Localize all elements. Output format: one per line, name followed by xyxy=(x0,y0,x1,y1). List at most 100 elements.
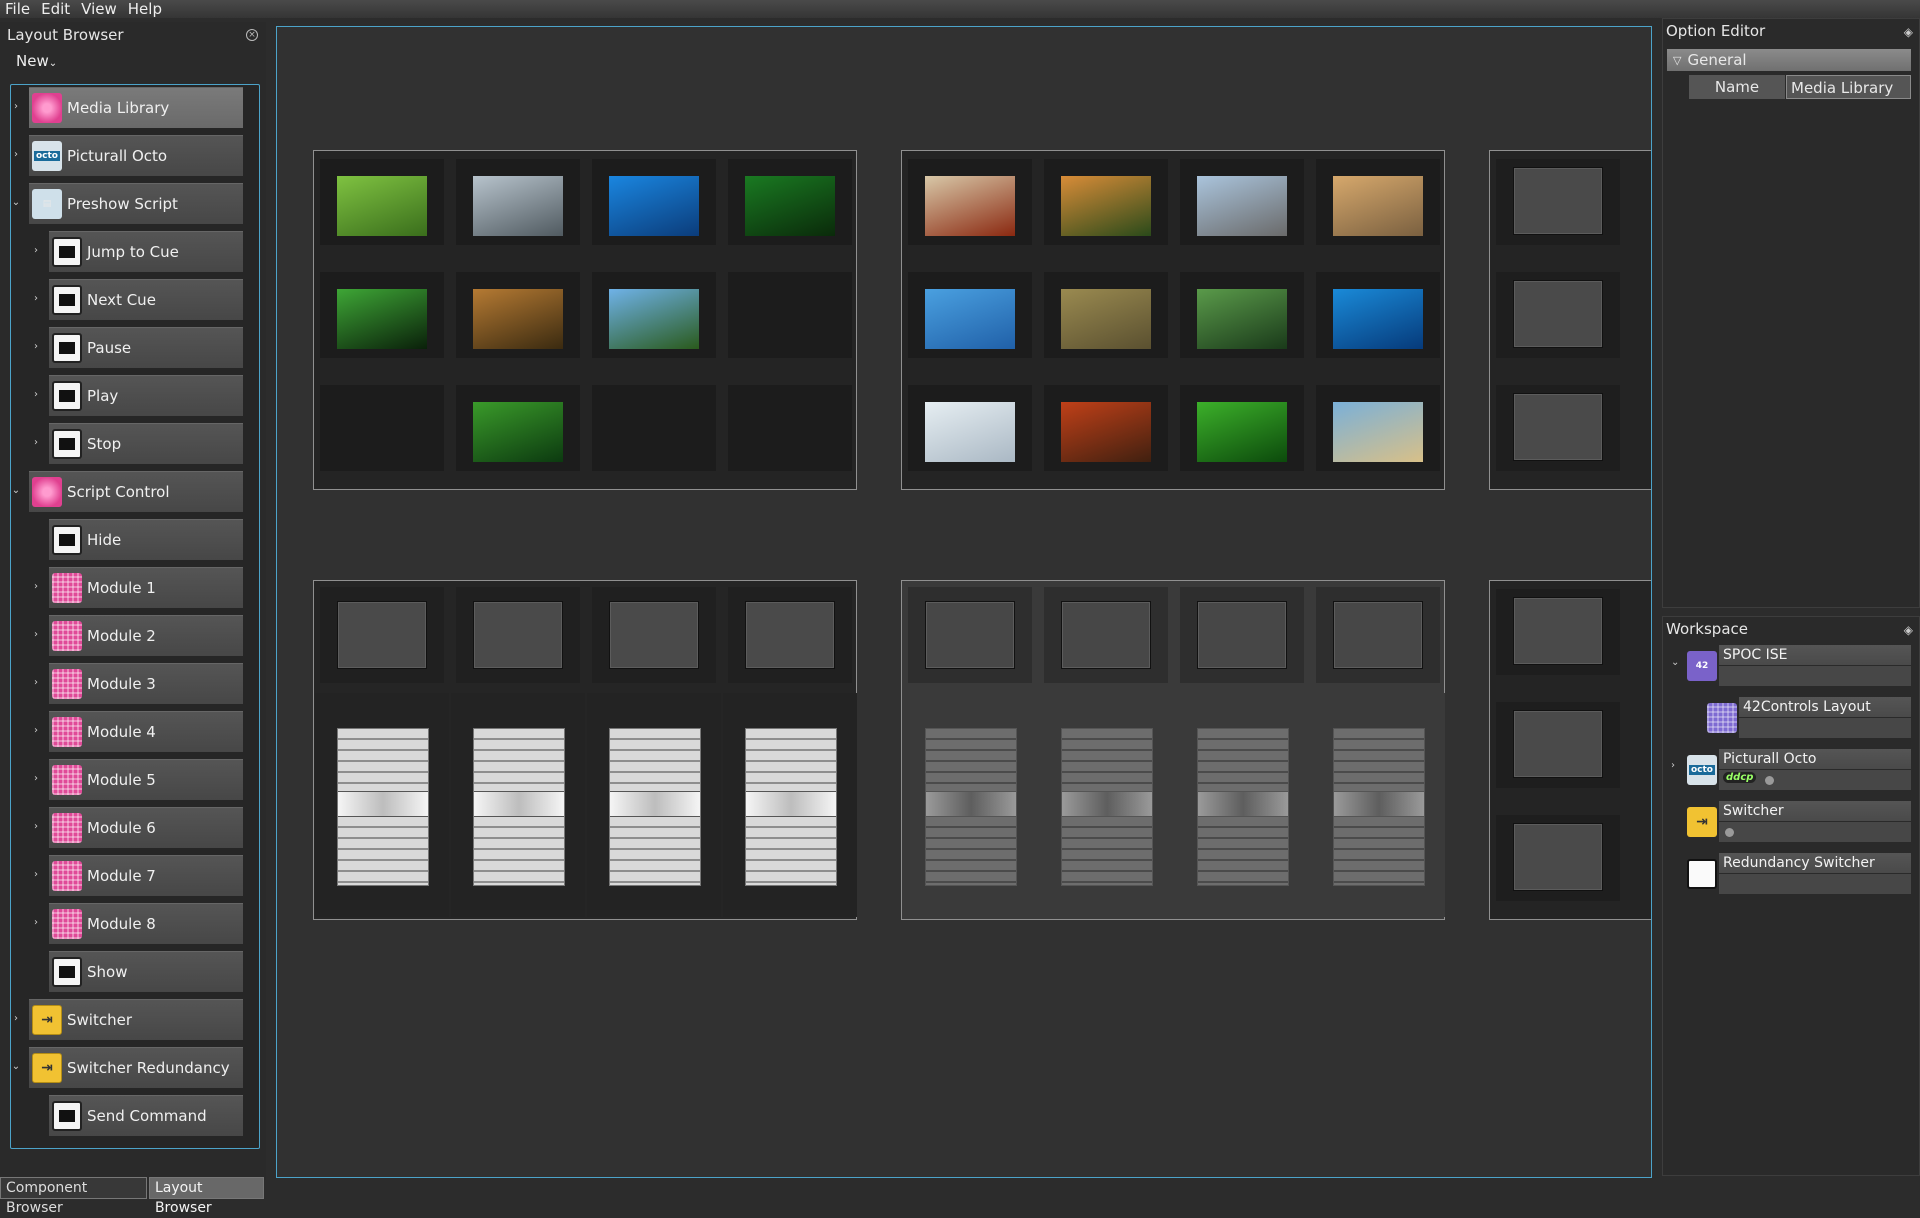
media-slot[interactable] xyxy=(728,159,852,245)
media-slot[interactable] xyxy=(908,159,1032,245)
expand-arrow-icon[interactable]: › xyxy=(31,869,41,880)
fader-knob[interactable] xyxy=(1062,791,1152,817)
button-slot[interactable] xyxy=(592,587,716,683)
menu-edit[interactable]: Edit xyxy=(36,0,76,18)
tree-item[interactable]: Next Cue xyxy=(49,279,243,320)
tree-item[interactable]: Module 8 xyxy=(49,903,243,944)
button-slot[interactable] xyxy=(728,587,852,683)
media-slot[interactable] xyxy=(320,272,444,358)
fader-knob[interactable] xyxy=(610,791,700,817)
menu-file[interactable]: File xyxy=(0,0,36,18)
media-slot[interactable] xyxy=(1180,159,1304,245)
tree-item[interactable]: Module 3 xyxy=(49,663,243,704)
media-slot[interactable] xyxy=(1316,385,1440,471)
expand-arrow-icon[interactable]: › xyxy=(31,677,41,688)
button-slot[interactable] xyxy=(908,587,1032,683)
button-slot[interactable] xyxy=(1044,587,1168,683)
button-slot[interactable] xyxy=(320,587,444,683)
expand-arrow-icon[interactable]: › xyxy=(31,629,41,640)
media-slot[interactable] xyxy=(592,159,716,245)
workspace-item-switcher[interactable]: ⇥ Switcher xyxy=(1685,801,1911,847)
fader-knob[interactable] xyxy=(474,791,564,817)
media-slot[interactable] xyxy=(1180,385,1304,471)
expand-arrow-icon[interactable]: › xyxy=(31,725,41,736)
fader-knob[interactable] xyxy=(1198,791,1288,817)
tree-item[interactable]: Send Command xyxy=(49,1095,243,1136)
media-slot[interactable] xyxy=(908,272,1032,358)
media-slot[interactable] xyxy=(728,385,852,471)
workspace-item-picturall-octo[interactable]: octo Picturall Octo ddcp xyxy=(1685,749,1911,795)
tab-component-browser[interactable]: Component Browser xyxy=(0,1177,147,1216)
expand-arrow-icon[interactable]: ⌄ xyxy=(1671,657,1679,668)
fader-track[interactable] xyxy=(473,728,565,886)
menu-view[interactable]: View xyxy=(76,0,123,18)
tree-item[interactable]: Hide xyxy=(49,519,243,560)
tree-item[interactable]: ▤ Preshow Script xyxy=(29,183,243,224)
tree-item[interactable]: Pause xyxy=(49,327,243,368)
tree-item[interactable]: Stop xyxy=(49,423,243,464)
tree-item[interactable]: Jump to Cue xyxy=(49,231,243,272)
button-slot[interactable] xyxy=(456,587,580,683)
new-button[interactable]: New⌄ xyxy=(16,52,57,70)
workspace-item-redundancy-switcher[interactable]: Redundancy Switcher xyxy=(1685,853,1911,899)
menu-help[interactable]: Help xyxy=(123,0,168,18)
fader-track[interactable] xyxy=(1061,728,1153,886)
expand-arrow-icon[interactable]: › xyxy=(31,341,41,352)
collapse-arrow-icon[interactable]: ⌄ xyxy=(11,485,21,496)
tree-item[interactable]: Media Library xyxy=(29,87,243,128)
pin-icon[interactable]: ◈ xyxy=(1904,618,1913,642)
fader-knob[interactable] xyxy=(338,791,428,817)
media-slot[interactable] xyxy=(456,159,580,245)
media-slot[interactable] xyxy=(1316,159,1440,245)
media-slot[interactable] xyxy=(1316,272,1440,358)
tree-item[interactable]: Module 5 xyxy=(49,759,243,800)
tree-item[interactable]: Play xyxy=(49,375,243,416)
expand-arrow-icon[interactable]: › xyxy=(11,149,21,160)
button-slot[interactable] xyxy=(1180,587,1304,683)
media-slot[interactable] xyxy=(1044,159,1168,245)
fader-track[interactable] xyxy=(745,728,837,886)
tree-item[interactable]: Module 1 xyxy=(49,567,243,608)
section-general[interactable]: ▽ General xyxy=(1667,49,1911,71)
fader-track[interactable] xyxy=(1333,728,1425,886)
collapse-arrow-icon[interactable]: ⌄ xyxy=(11,1061,21,1072)
tree-item[interactable]: Show xyxy=(49,951,243,992)
expand-arrow-icon[interactable]: › xyxy=(31,917,41,928)
expand-arrow-icon[interactable]: › xyxy=(31,389,41,400)
pin-icon[interactable]: ◈ xyxy=(1904,20,1913,44)
expand-arrow-icon[interactable]: › xyxy=(11,101,21,112)
media-slot[interactable] xyxy=(320,159,444,245)
close-panel-icon[interactable]: × xyxy=(246,29,258,41)
layout-canvas[interactable] xyxy=(276,26,1652,1178)
media-slot[interactable] xyxy=(728,272,852,358)
button-slot[interactable] xyxy=(1496,272,1620,358)
media-slot[interactable] xyxy=(456,385,580,471)
expand-arrow-icon[interactable]: › xyxy=(31,821,41,832)
property-value-name[interactable]: Media Library xyxy=(1786,75,1911,99)
button-slot[interactable] xyxy=(1496,589,1620,675)
tab-layout-browser[interactable]: Layout Browser xyxy=(148,1177,264,1216)
tree-item[interactable]: ⇥ Switcher Redundancy xyxy=(29,1047,243,1088)
fader-knob[interactable] xyxy=(1334,791,1424,817)
media-slot[interactable] xyxy=(1044,385,1168,471)
expand-arrow-icon[interactable]: › xyxy=(1671,760,1675,771)
tree-item[interactable]: octo Picturall Octo xyxy=(29,135,243,176)
button-slot[interactable] xyxy=(1496,815,1620,901)
expand-arrow-icon[interactable]: › xyxy=(31,293,41,304)
expand-arrow-icon[interactable]: › xyxy=(31,773,41,784)
fader-knob[interactable] xyxy=(746,791,836,817)
button-slot[interactable] xyxy=(1496,702,1620,788)
workspace-item-spoc[interactable]: 42 SPOC ISE xyxy=(1685,645,1911,691)
fader-track[interactable] xyxy=(609,728,701,886)
media-slot[interactable] xyxy=(1180,272,1304,358)
media-slot[interactable] xyxy=(592,272,716,358)
expand-arrow-icon[interactable]: › xyxy=(31,437,41,448)
tree-item[interactable]: Module 2 xyxy=(49,615,243,656)
button-slot[interactable] xyxy=(1496,385,1620,471)
media-slot[interactable] xyxy=(456,272,580,358)
fader-knob[interactable] xyxy=(926,791,1016,817)
tree-item[interactable]: Module 7 xyxy=(49,855,243,896)
fader-track[interactable] xyxy=(925,728,1017,886)
tree-item[interactable]: Module 6 xyxy=(49,807,243,848)
media-slot[interactable] xyxy=(908,385,1032,471)
